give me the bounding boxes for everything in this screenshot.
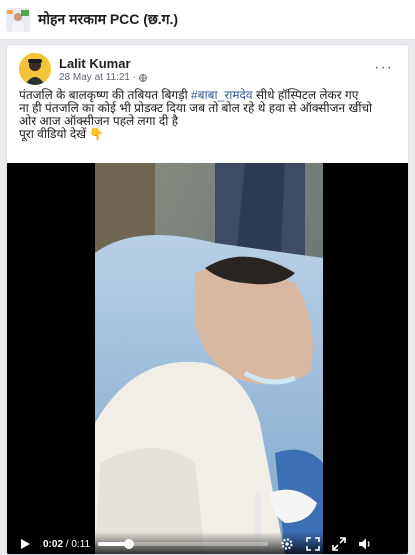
post-date[interactable]: 28 May at 11:21 · bbox=[59, 72, 136, 83]
globe-icon bbox=[139, 73, 147, 82]
post-text-line: पूरा वीडियो देखें 👇 bbox=[19, 127, 105, 141]
post-text: पंतजलि के बालकृष्ण की तबियत बिगड़ी #बाबा… bbox=[19, 89, 401, 141]
post-header: Lalit Kumar 28 May at 11:21 · ··· bbox=[19, 53, 399, 87]
play-icon[interactable] bbox=[19, 538, 31, 550]
post-card: Lalit Kumar 28 May at 11:21 · ··· पंतजलि… bbox=[6, 44, 409, 555]
author-name[interactable]: Lalit Kumar bbox=[59, 56, 131, 71]
expand-icon[interactable] bbox=[332, 537, 346, 551]
hashtag-link[interactable]: #बाबा_रामदेव bbox=[191, 88, 253, 102]
page-name[interactable]: मोहन मरकाम PCC (छ.ग.) bbox=[38, 10, 178, 29]
post-meta: 28 May at 11:21 · bbox=[59, 72, 147, 83]
page-header: मोहन मरकाम PCC (छ.ग.) bbox=[0, 0, 415, 40]
video-controls: 0:02 / 0:11 bbox=[7, 532, 408, 554]
total-time: / 0:11 bbox=[65, 538, 91, 550]
video-time: 0:02 / 0:11 bbox=[43, 539, 90, 550]
author-avatar[interactable] bbox=[19, 53, 51, 85]
settings-icon[interactable] bbox=[280, 537, 294, 551]
video-frame[interactable] bbox=[95, 163, 323, 554]
progress-knob[interactable] bbox=[123, 539, 134, 549]
more-options-icon[interactable]: ··· bbox=[374, 59, 393, 77]
current-time: 0:02 bbox=[43, 538, 64, 550]
fullscreen-icon[interactable] bbox=[306, 537, 320, 551]
progress-bar[interactable] bbox=[98, 539, 269, 549]
video-player[interactable]: 0:02 / 0:11 bbox=[7, 163, 408, 554]
page-avatar[interactable] bbox=[6, 7, 30, 32]
volume-icon[interactable] bbox=[358, 537, 372, 551]
